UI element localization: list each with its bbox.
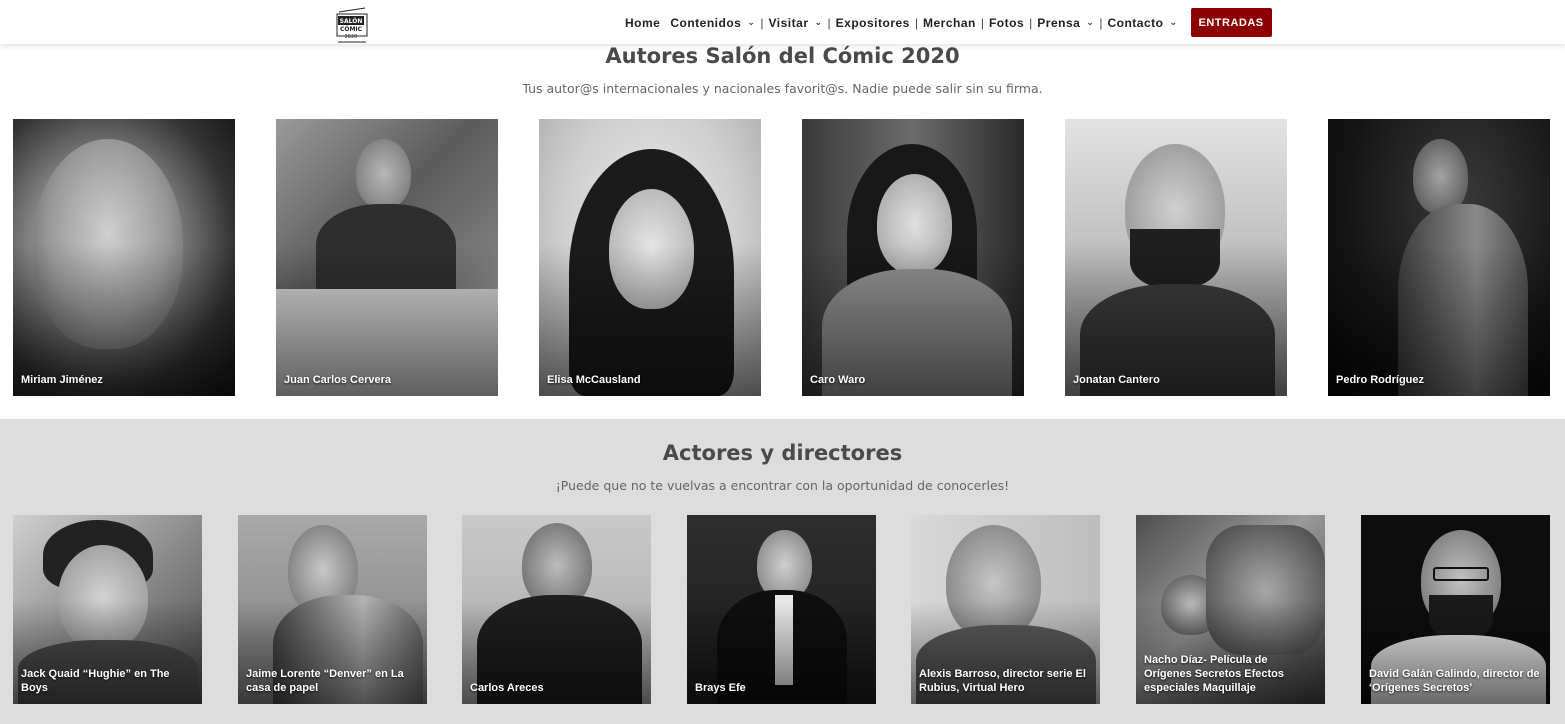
nav-contenidos[interactable]: Contenidos ⌄: [665, 16, 760, 30]
chevron-down-icon: ⌄: [1086, 17, 1095, 27]
nav-visitar[interactable]: Visitar ⌄: [764, 16, 828, 30]
nav-prensa[interactable]: Prensa ⌄: [1032, 16, 1099, 30]
chevron-down-icon: ⌄: [814, 17, 823, 27]
author-card[interactable]: Caro Waro: [802, 119, 1024, 396]
author-name: Elisa McCausland: [547, 374, 641, 386]
nav-contenidos-label: Contenidos: [670, 15, 742, 30]
nav-merchan[interactable]: Merchan: [918, 16, 981, 30]
actor-name: Carlos Areces: [470, 682, 544, 694]
author-photo-face: [1413, 139, 1468, 214]
nav-home[interactable]: Home: [620, 16, 665, 30]
nav-expositores[interactable]: Expositores: [831, 16, 915, 30]
author-name: Miriam Jiménez: [21, 374, 103, 386]
nav-home-label: Home: [625, 15, 661, 30]
logo-text-mid: CÓMIC: [340, 26, 363, 33]
actor-card[interactable]: David Galán Galindo, director de ‘Orígen…: [1361, 515, 1550, 704]
salon-del-comic-logo-icon[interactable]: SALÓN CÓMIC 2020: [335, 6, 371, 44]
author-photo-face: [356, 139, 411, 209]
author-name: Jonatan Cantero: [1073, 374, 1160, 386]
logo-text-top: SALÓN: [340, 18, 363, 25]
nav-merchan-label: Merchan: [922, 15, 976, 30]
nav-fotos[interactable]: Fotos: [984, 16, 1029, 30]
author-name: Juan Carlos Cervera: [284, 374, 391, 386]
author-name: Caro Waro: [810, 374, 866, 386]
nav-contacto[interactable]: Contacto ⌄: [1102, 16, 1182, 30]
author-card[interactable]: Pedro Rodríguez: [1328, 119, 1550, 396]
actor-name: Jaime Lorente “Denver” en La casa de pap…: [246, 668, 404, 694]
actors-title: Actores y directores: [662, 441, 903, 465]
authors-section: Autores Salón del Cómic 2020 Tus autor@s…: [0, 44, 1565, 419]
nav-contacto-label: Contacto: [1107, 15, 1164, 30]
nav-expositores-label: Expositores: [835, 15, 910, 30]
actor-name: Jack Quaid “Hughie” en The Boys: [21, 668, 170, 694]
actor-photo-glasses: [1433, 567, 1489, 581]
logo-text-year: 2020: [345, 34, 358, 40]
site-header: SALÓN CÓMIC 2020 Home Contenidos ⌄ | Visi…: [0, 0, 1565, 44]
actor-card[interactable]: Brays Efe: [687, 515, 876, 704]
actor-card[interactable]: Jack Quaid “Hughie” en The Boys: [13, 515, 202, 704]
author-card[interactable]: Miriam Jiménez: [13, 119, 235, 396]
nav-prensa-label: Prensa: [1037, 15, 1081, 30]
actors-subtitle: ¡Puede que no te vuelvas a encontrar con…: [555, 478, 1010, 493]
actor-card[interactable]: Carlos Areces: [462, 515, 651, 704]
actors-section: Actores y directores ¡Puede que no te vu…: [0, 419, 1565, 724]
actor-card[interactable]: Alexis Barroso, director serie El Rubius…: [911, 515, 1100, 704]
author-name: Pedro Rodríguez: [1336, 374, 1425, 386]
nav-fotos-label: Fotos: [988, 15, 1025, 30]
chevron-down-icon: ⌄: [1169, 17, 1178, 27]
main-nav: Home Contenidos ⌄ | Visitar ⌄ | Expositore…: [620, 8, 1272, 37]
authors-title: Autores Salón del Cómic 2020: [605, 44, 960, 68]
nav-visitar-label: Visitar: [768, 15, 809, 30]
actor-name: Alexis Barroso, director serie El Rubius…: [919, 668, 1086, 694]
authors-subtitle: Tus autor@s internacionales y nacionales…: [522, 81, 1043, 96]
entradas-button[interactable]: ENTRADAS: [1190, 8, 1272, 37]
chevron-down-icon: ⌄: [747, 17, 756, 27]
author-card[interactable]: Jonatan Cantero: [1065, 119, 1287, 396]
actor-name: David Galán Galindo, director de ‘Orígen…: [1369, 668, 1540, 694]
author-card[interactable]: Elisa McCausland: [539, 119, 761, 396]
actor-name: Nacho Díaz- Película de Orígenes Secreto…: [1144, 654, 1285, 694]
actor-card[interactable]: Jaime Lorente “Denver” en La casa de pap…: [238, 515, 427, 704]
author-card[interactable]: Juan Carlos Cervera: [276, 119, 498, 396]
actor-name: Brays Efe: [695, 682, 746, 694]
actor-card[interactable]: Nacho Díaz- Película de Orígenes Secreto…: [1136, 515, 1325, 704]
